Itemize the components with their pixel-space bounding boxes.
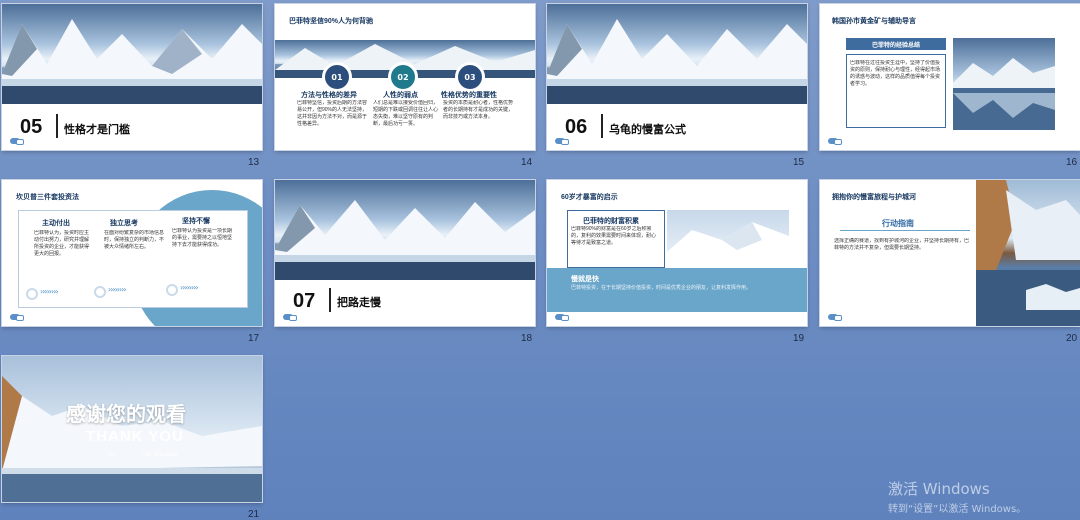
slide-number: 18 xyxy=(521,333,533,344)
step-badge-03: 03 xyxy=(455,62,485,92)
divider xyxy=(601,114,603,138)
box-heading: 巴菲特的财富积累 xyxy=(583,218,639,225)
slide-number: 13 xyxy=(248,157,260,168)
slide-number: 19 xyxy=(793,333,805,344)
section-number: 05 xyxy=(20,116,43,138)
slide-thumbnail-16[interactable]: 韩国孙市黄金矿与辅助导言 巴菲特的经验总结 巴菲特在过往投资生涯中，坚持了价值投… xyxy=(820,4,1080,150)
divider xyxy=(56,114,58,138)
mountain-image xyxy=(953,38,1055,130)
slide-number: 17 xyxy=(248,333,260,344)
column-body: 在面对纷繁复杂的市场信息时，保持独立的判断力，不被大众情绪所左右。 xyxy=(104,230,164,250)
section-label: 行动指南 xyxy=(882,219,914,228)
ring-icon xyxy=(26,288,38,300)
step-badge-01: 01 xyxy=(322,62,352,92)
audio-icon xyxy=(828,138,842,145)
mountain-image xyxy=(976,180,1080,326)
presenter-label: 汇报人 xyxy=(106,452,118,457)
audio-icon xyxy=(283,314,297,321)
body-text: 巴菲特90%的财富是在60岁之后积累的，复利的效果需要时间来体现，耐心等待才是致… xyxy=(571,226,657,246)
audio-icon xyxy=(10,138,24,145)
section-label: 巴菲特的经验总结 xyxy=(846,38,946,50)
audio-icon xyxy=(555,314,569,321)
slide-title: 60岁才暴富的启示 xyxy=(561,194,618,201)
slide-thumbnail-15[interactable]: 06 乌龟的慢富公式 xyxy=(547,4,807,150)
slide-thumbnail-20[interactable]: 拥抱你的慢富旅程与护城河 行动指南 选择正确的赛道，找到有护城河的企业，并坚持长… xyxy=(820,180,1080,326)
band-heading: 慢就是快 xyxy=(571,276,599,283)
mountain-image xyxy=(547,4,807,104)
column-heading: 坚持不懈 xyxy=(182,218,210,225)
slide-thumbnail-13[interactable]: 05 性格才是门槛 xyxy=(2,4,262,150)
activation-watermark-title: 激活 Windows xyxy=(888,480,990,498)
band-body: 巴菲特投资，在于长期坚持价值投资，时间是优秀企业的朋友，让复利发挥作用。 xyxy=(571,285,752,291)
column-body: 巴菲特认为投资是一项长期的事业，需要持之以恒地坚持下去才能获得成功。 xyxy=(172,228,233,248)
column-body: 投资的本质是耐心者，性格优势者的长期持有才是成功的关键，而非技巧或方法本身。 xyxy=(443,100,513,120)
divider xyxy=(329,288,331,312)
label-underline xyxy=(840,230,970,231)
column-body: 巴菲特认为，投资时应主动付出努力，研究并理解所投资的企业，才能获得更大的回报。 xyxy=(34,230,90,257)
date-label: 日期：2023.XX.XX xyxy=(142,452,178,457)
slide-thumbnail-14[interactable]: 巴菲特坚信90%人为何背驰 01 02 03 方法与性格的差异 人性的弱点 性格… xyxy=(275,4,535,150)
slide-thumbnail-17[interactable]: 坎贝普三件套投资法 主动付出 独立思考 坚持不懈 巴菲特认为，投资时应主动付出努… xyxy=(2,180,262,326)
column-heading: 性格优势的重要性 xyxy=(441,92,497,99)
column-heading: 独立思考 xyxy=(110,220,138,227)
slide-thumbnail-19[interactable]: 60岁才暴富的启示 巴菲特的财富积累 巴菲特90%的财富是在60岁之后积累的，复… xyxy=(547,180,807,326)
chevron-row-icon: ›››››››› xyxy=(180,283,199,292)
chevron-row-icon: ›››››››› xyxy=(40,287,59,296)
slide-thumbnail-18[interactable]: 07 把路走慢 xyxy=(275,180,535,326)
ring-icon xyxy=(94,286,106,298)
chevron-row-icon: ›››››››› xyxy=(108,285,127,294)
slide-thumbnail-21[interactable]: 感谢您的观看 THANK YOU 汇报人 日期：2023.XX.XX xyxy=(2,356,262,502)
ring-icon xyxy=(166,284,178,296)
slide-number: 16 xyxy=(1066,157,1078,168)
activation-watermark-hint: 转到“设置”以激活 Windows。 xyxy=(888,504,1027,515)
section-title: 性格才是门槛 xyxy=(64,124,130,136)
thank-you-en: THANK YOU xyxy=(86,428,184,445)
slide-title: 巴菲特坚信90%人为何背驰 xyxy=(289,18,374,25)
column-body: 巴菲特坚信，投资后期的方法容易公开，但90%的人无法坚持，这并非因为方法不对，而… xyxy=(297,100,367,127)
slide-number: 21 xyxy=(248,509,260,520)
column-heading: 主动付出 xyxy=(42,220,70,227)
thank-you-cn: 感谢您的观看 xyxy=(66,404,186,426)
mountain-image xyxy=(667,210,789,266)
section-title: 把路走慢 xyxy=(337,297,381,309)
audio-icon xyxy=(828,314,842,321)
section-title: 乌龟的慢富公式 xyxy=(609,124,686,136)
column-heading: 人性的弱点 xyxy=(383,92,418,99)
section-number: 07 xyxy=(293,290,316,312)
slide-number: 20 xyxy=(1066,333,1078,344)
step-badge-02: 02 xyxy=(388,62,418,92)
section-number: 06 xyxy=(565,116,588,138)
slide-title: 坎贝普三件套投资法 xyxy=(16,194,79,201)
slide-title: 韩国孙市黄金矿与辅助导言 xyxy=(832,18,916,25)
mountain-image xyxy=(275,180,535,280)
mountain-image xyxy=(2,4,262,104)
column-body: 人们总是难以接受价值回归，短期的下跌或回调往往让人心态失衡，难以坚守原有的判断，… xyxy=(373,100,439,127)
slide-number: 15 xyxy=(793,157,805,168)
slide-number: 14 xyxy=(521,157,533,168)
body-text: 巴菲特在过往投资生涯中，坚持了价值投资的原则，保持耐心与理性，经得起市场的诱惑与… xyxy=(850,60,940,87)
slide-title: 拥抱你的慢富旅程与护城河 xyxy=(832,194,916,201)
audio-icon xyxy=(555,138,569,145)
body-text: 选择正确的赛道，找到有护城河的企业，并坚持长期持有，巴菲特的方法并不复杂，但需要… xyxy=(834,238,970,251)
column-heading: 方法与性格的差异 xyxy=(301,92,357,99)
audio-icon xyxy=(10,314,24,321)
